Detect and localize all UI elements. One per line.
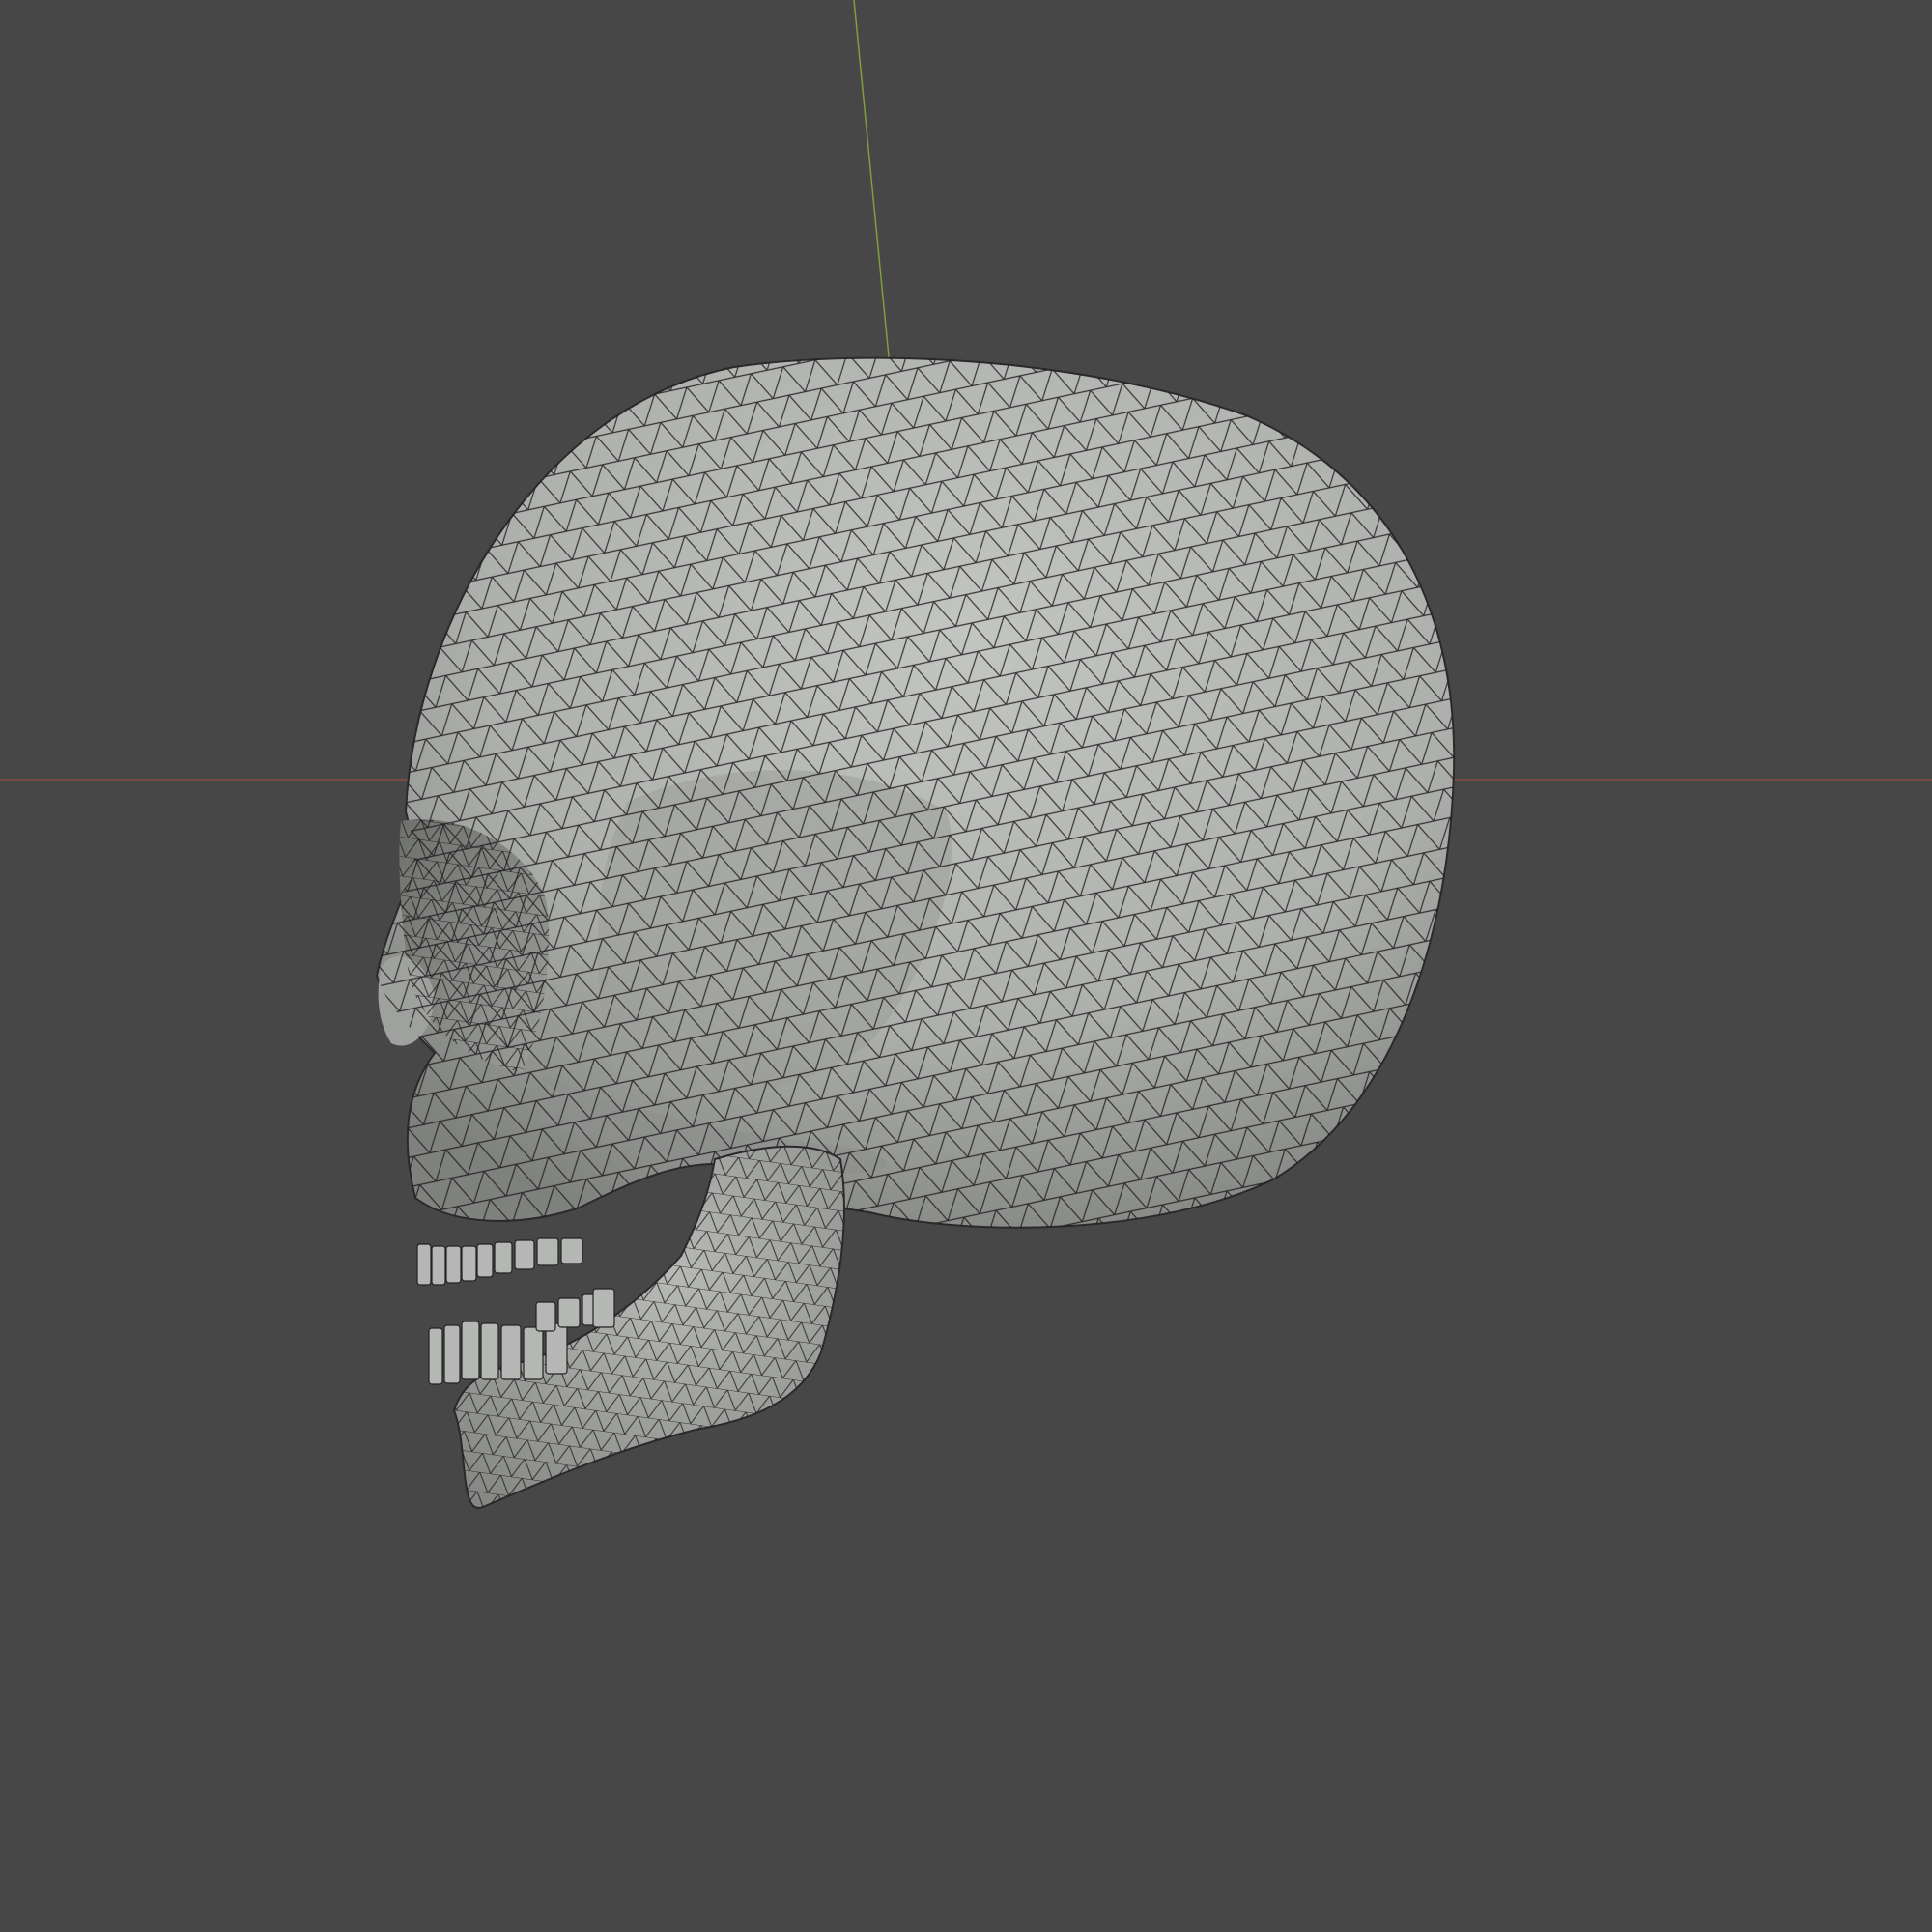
3d-viewport[interactable] — [0, 0, 1932, 1932]
viewport-canvas[interactable] — [0, 0, 1932, 1932]
